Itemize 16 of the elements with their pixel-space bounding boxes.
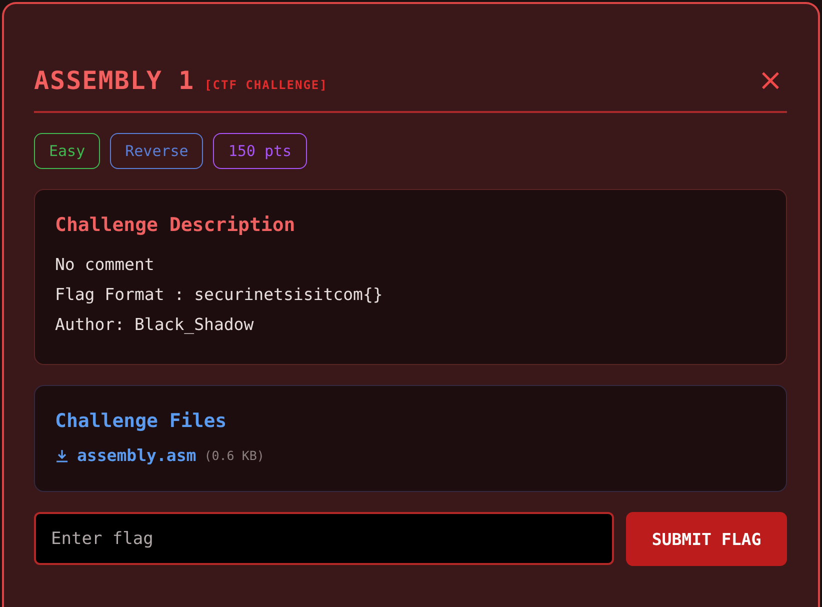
flag-input[interactable]: Enter flag [34,512,614,565]
description-heading: Challenge Description [55,214,296,236]
file-size: (0.6 KB) [204,448,264,463]
download-icon[interactable] [55,448,69,462]
tag: 150 pts [213,133,307,169]
tag: Reverse [110,133,204,169]
submit-flag-button[interactable]: SUBMIT FLAG [626,512,787,566]
close-button[interactable]: × [754,68,787,94]
modal-title: ASSEMBLY 1 [34,66,195,95]
description-line: Flag Format : securinetsisitcom{} [55,284,384,306]
file-link[interactable]: assembly.asm [77,446,196,465]
description-line: Author: Black_Shadow [55,314,255,336]
tag: Easy [34,133,100,169]
description-line: No comment [55,254,156,276]
files-heading: Challenge Files [55,410,228,432]
modal-subtitle: [CTF CHALLENGE] [204,78,328,92]
